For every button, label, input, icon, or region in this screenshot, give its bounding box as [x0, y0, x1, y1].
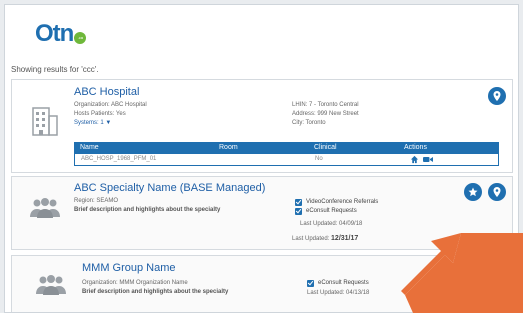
econsult-checkbox[interactable] [307, 280, 314, 287]
last-updated-2: Last Updated: 12/31/17 [292, 235, 358, 242]
results-summary: Showing results for 'ccc'. [11, 65, 99, 74]
map-pin-button[interactable] [488, 87, 506, 105]
col-room: Room [219, 144, 238, 151]
home-icon[interactable] [410, 155, 419, 164]
logo-text: Otn [35, 20, 74, 47]
group-icon [30, 198, 60, 218]
last-updated-2-label: Last Updated: [292, 236, 330, 242]
table-row: ABC_HOSP_1968_PFM_01 No [74, 154, 499, 166]
address-text: Address: 999 New Street [292, 111, 359, 117]
econsult-checkbox[interactable] [295, 208, 302, 215]
result-card-abc-hospital[interactable]: ABC Hospital Organization: ABC Hospital … [11, 79, 513, 173]
systems-toggle[interactable]: Systems: 1 ▼ [74, 120, 111, 126]
map-pin-icon [493, 91, 501, 101]
videoconference-label: VideoConference Referrals [306, 199, 379, 205]
organization-text: Organization: ABC Hospital [74, 102, 147, 108]
lhin-text: LHIN: 7 - Toronto Central [292, 102, 359, 108]
star-icon [468, 187, 478, 197]
city-text: City: Toronto [292, 120, 326, 126]
last-updated: Last Updated: 04/13/18 [307, 290, 370, 296]
pointer-arrow [401, 233, 523, 313]
system-clinical: No [315, 156, 323, 162]
building-icon [32, 107, 58, 136]
star-button[interactable] [464, 183, 482, 201]
map-pin-button[interactable] [488, 183, 506, 201]
description-text: Brief description and highlights about t… [74, 207, 221, 213]
description-text: Brief description and highlights about t… [82, 289, 229, 295]
videoconference-checkbox[interactable] [295, 199, 302, 206]
econsult-label: eConsult Requests [318, 280, 369, 286]
hosts-patients-text: Hosts Patients: Yes [74, 111, 126, 117]
organization-text: Organization: MMM Organization Name [82, 280, 188, 286]
otn-logo[interactable]: Otn .ca [35, 19, 87, 49]
last-updated-1: Last Updated: 04/09/18 [300, 221, 363, 227]
group-icon [36, 275, 66, 295]
last-updated-2-value: 12/31/17 [331, 235, 359, 242]
systems-table-header: Name Room Clinical Actions [74, 142, 499, 154]
card-title[interactable]: ABC Hospital [74, 86, 139, 98]
map-pin-icon [493, 187, 501, 197]
card-title[interactable]: MMM Group Name [82, 262, 176, 274]
region-text: Region: SEAMO [74, 198, 119, 204]
logo-badge: .ca [74, 32, 87, 44]
video-camera-icon[interactable] [423, 156, 433, 163]
system-name: ABC_HOSP_1968_PFM_01 [81, 156, 157, 162]
card-title[interactable]: ABC Specialty Name (BASE Managed) [74, 182, 265, 194]
econsult-label: eConsult Requests [306, 208, 357, 214]
col-actions: Actions [404, 144, 427, 151]
col-clinical: Clinical [314, 144, 337, 151]
col-name: Name [80, 144, 99, 151]
